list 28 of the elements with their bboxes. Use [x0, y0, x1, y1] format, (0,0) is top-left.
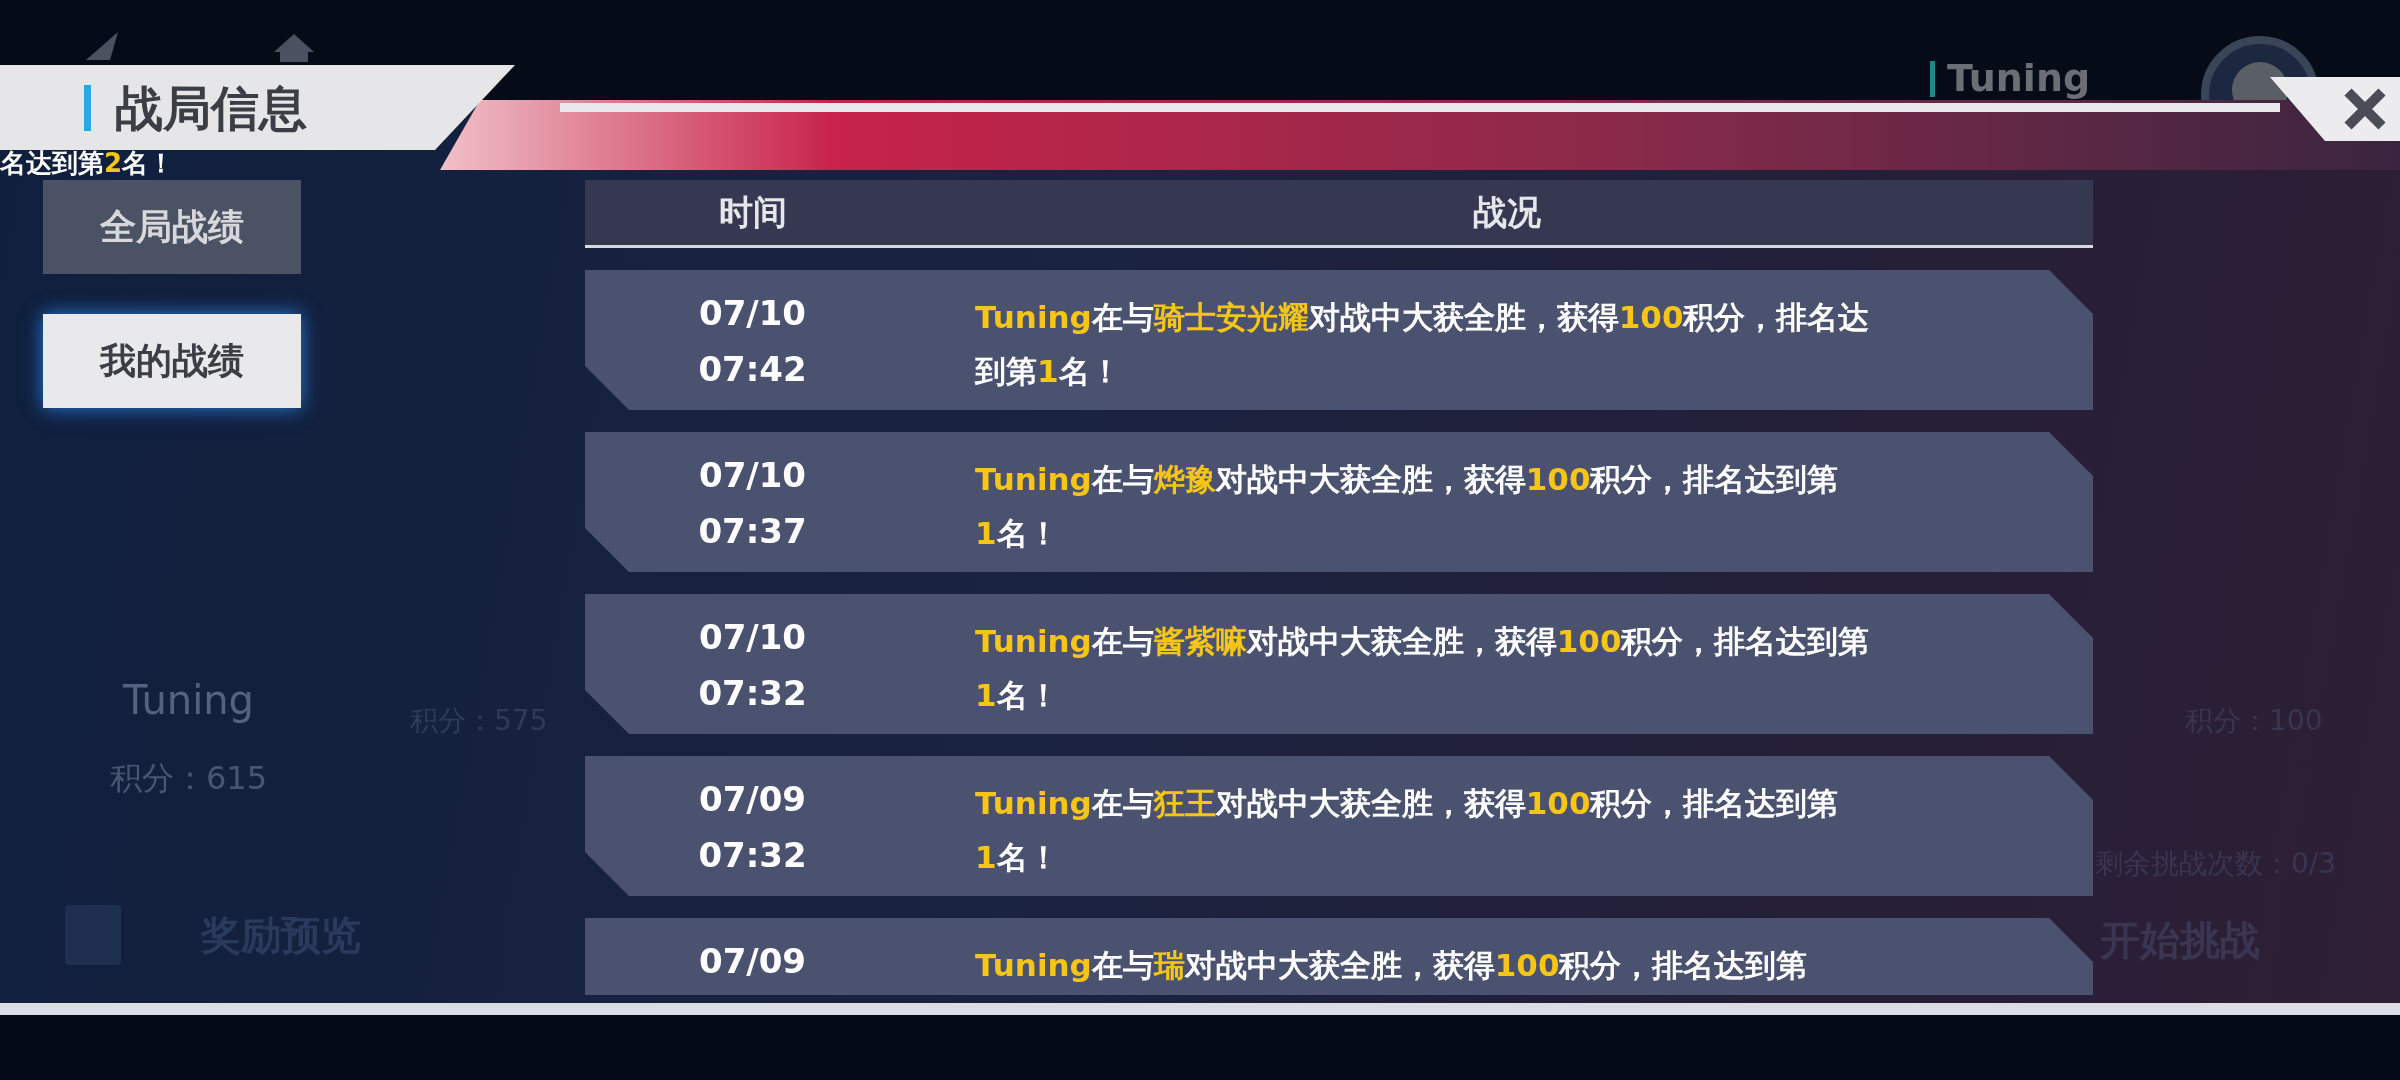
record-date: 07/10 [698, 616, 806, 658]
record-date: 07/10 [698, 454, 806, 496]
record-text: Tuning在与狂王对战中大获全胜，获得100积分，排名达到第 [975, 784, 1839, 823]
record-text: Tuning在与烨豫对战中大获全胜，获得100积分，排名达到第 [975, 460, 1839, 499]
record-time: 07:32 [698, 672, 807, 714]
record-text: 到第1名！ [975, 352, 1122, 391]
record-text: Tuning在与骑士安光耀对战中大获全胜，获得100积分，排名达 [975, 298, 1870, 337]
notice-text: 名达到第2名！ [0, 148, 175, 178]
record-date: 07/09 [698, 940, 806, 982]
record-time: 07:37 [698, 510, 807, 552]
record-date: 07/09 [698, 778, 806, 820]
player-name: Tuning [1947, 55, 2091, 102]
sidebar-tab[interactable]: 全局战绩 [43, 180, 301, 274]
record-time: 07:42 [698, 348, 807, 390]
record-text: Tuning在与酱紫嘛对战中大获全胜，获得100积分，排名达到第 [975, 622, 1870, 661]
score-text: 积分：615 [110, 758, 268, 799]
record-text: 1名！ [975, 838, 1060, 877]
player-name: Tuning [123, 676, 254, 725]
dialog-title: 战局信息 [115, 78, 307, 138]
sidebar-tab[interactable]: 我的战绩 [43, 314, 301, 408]
column-header: 战况 [1471, 191, 1542, 234]
title-accent-bar [84, 84, 91, 131]
record-time: 07:32 [698, 834, 807, 876]
column-header: 时间 [717, 191, 788, 234]
record-text: 1名！ [975, 676, 1060, 715]
record-text: Tuning在与瑞对战中大获全胜，获得100积分，排名达到第 [975, 946, 1808, 985]
record-date: 07/10 [698, 292, 806, 334]
record-text: 1名！ [975, 514, 1060, 553]
